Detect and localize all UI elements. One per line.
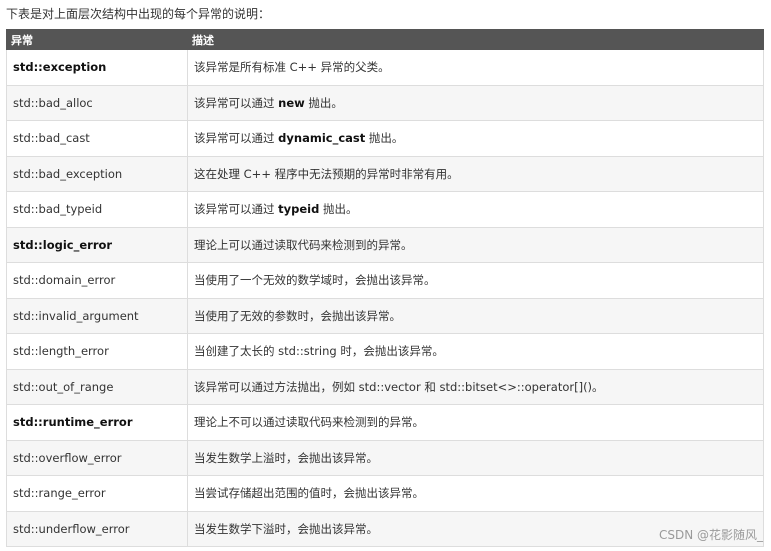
description-text: 该异常可以通过 bbox=[194, 202, 279, 217]
column-header-description: 描述 bbox=[187, 29, 764, 50]
table-row: std::exception 该异常是所有标准 C++ 异常的父类。 bbox=[6, 49, 764, 86]
description-text: 该异常可以通过 bbox=[194, 131, 279, 146]
exception-name-cell: std::bad_alloc bbox=[6, 84, 188, 121]
description-keyword: dynamic_cast bbox=[278, 131, 366, 146]
exception-description-cell: 当使用了无效的参数时，会抛出该异常。 bbox=[187, 297, 764, 334]
table-row: std::runtime_error 理论上不可以通过读取代码来检测到的异常。 bbox=[6, 404, 764, 441]
description-text: 理论上不可以通过读取代码来检测到的异常。 bbox=[194, 415, 424, 430]
description-text: 该异常是所有标准 C++ 异常的父类。 bbox=[194, 60, 390, 75]
description-text: 当使用了一个无效的数学域时，会抛出该异常。 bbox=[194, 273, 436, 288]
exception-description-cell: 该异常可以通过方法抛出，例如 std::vector 和 std::bitset… bbox=[187, 368, 764, 405]
description-text: 当尝试存储超出范围的值时，会抛出该异常。 bbox=[194, 486, 424, 501]
table-row: std::range_error 当尝试存储超出范围的值时，会抛出该异常。 bbox=[6, 475, 764, 512]
description-text: 该异常可以通过 bbox=[194, 95, 279, 110]
exception-description-cell: 该异常可以通过 new 抛出。 bbox=[187, 84, 764, 121]
exception-name-cell: std::logic_error bbox=[6, 226, 188, 263]
exception-name-cell: std::bad_typeid bbox=[6, 191, 188, 228]
exception-name-cell: std::length_error bbox=[6, 333, 188, 370]
exception-name-cell: std::underflow_error bbox=[6, 510, 188, 547]
exception-description-cell: 当使用了一个无效的数学域时，会抛出该异常。 bbox=[187, 262, 764, 299]
description-text: 当发生数学上溢时，会抛出该异常。 bbox=[194, 450, 378, 465]
table-row: std::invalid_argument 当使用了无效的参数时，会抛出该异常。 bbox=[6, 297, 764, 334]
table-body: std::exception 该异常是所有标准 C++ 异常的父类。std::ba… bbox=[6, 49, 764, 547]
table-row: std::bad_cast 该异常可以通过 dynamic_cast 抛出。 bbox=[6, 120, 764, 157]
exception-name-cell: std::runtime_error bbox=[6, 404, 188, 441]
table-row: std::logic_error 理论上可以通过读取代码来检测到的异常。 bbox=[6, 226, 764, 263]
exception-description-cell: 理论上可以通过读取代码来检测到的异常。 bbox=[187, 226, 764, 263]
table-row: std::bad_typeid 该异常可以通过 typeid 抛出。 bbox=[6, 191, 764, 228]
table-row: std::underflow_error 当发生数学下溢时，会抛出该异常。 bbox=[6, 510, 764, 547]
description-keyword: typeid bbox=[278, 202, 320, 217]
table-header: 异常 描述 bbox=[6, 29, 764, 50]
description-text: 理论上可以通过读取代码来检测到的异常。 bbox=[194, 237, 413, 252]
description-text: 该异常可以通过方法抛出，例如 std::vector 和 std::bitset… bbox=[194, 379, 604, 394]
exception-description-cell: 理论上不可以通过读取代码来检测到的异常。 bbox=[187, 404, 764, 441]
exception-name-cell: std::out_of_range bbox=[6, 368, 188, 405]
exception-description-cell: 当尝试存储超出范围的值时，会抛出该异常。 bbox=[187, 475, 764, 512]
description-text: 当创建了太长的 std::string 时，会抛出该异常。 bbox=[194, 344, 444, 359]
exception-name-cell: std::domain_error bbox=[6, 262, 188, 299]
exception-description-cell: 该异常可以通过 dynamic_cast 抛出。 bbox=[187, 120, 764, 157]
description-text-suffix: 抛出。 bbox=[319, 202, 358, 217]
exception-description-cell: 该异常可以通过 typeid 抛出。 bbox=[187, 191, 764, 228]
exceptions-table: 异常 描述 std::exception 该异常是所有标准 C++ 异常的父类。 s… bbox=[6, 29, 764, 547]
exception-name-cell: std::bad_cast bbox=[6, 120, 188, 157]
table-row: std::domain_error 当使用了一个无效的数学域时，会抛出该异常。 bbox=[6, 262, 764, 299]
exception-name-cell: std::exception bbox=[6, 49, 188, 86]
table-row: std::length_error 当创建了太长的 std::string 时，会… bbox=[6, 333, 764, 370]
description-text: 当发生数学下溢时，会抛出该异常。 bbox=[194, 521, 378, 536]
description-text-suffix: 抛出。 bbox=[304, 95, 343, 110]
table-row: std::overflow_error 当发生数学上溢时，会抛出该异常。 bbox=[6, 439, 764, 476]
exception-name-cell: std::range_error bbox=[6, 475, 188, 512]
table-row: std::out_of_range 该异常可以通过方法抛出，例如 std::vec… bbox=[6, 368, 764, 405]
exception-description-cell: 当创建了太长的 std::string 时，会抛出该异常。 bbox=[187, 333, 764, 370]
exception-name-cell: std::bad_exception bbox=[6, 155, 188, 192]
csdn-watermark: CSDN @花影随风_ bbox=[658, 528, 763, 542]
header-row: 异常 描述 bbox=[6, 29, 764, 50]
exception-description-cell: 这在处理 C++ 程序中无法预期的异常时非常有用。 bbox=[187, 155, 764, 192]
column-header-exception: 异常 bbox=[6, 29, 188, 50]
exception-name-cell: std::invalid_argument bbox=[6, 297, 188, 334]
exception-description-cell: 当发生数学上溢时，会抛出该异常。 bbox=[187, 439, 764, 476]
exception-name-cell: std::overflow_error bbox=[6, 439, 188, 476]
intro-text: 下表是对上面层次结构中出现的每个异常的说明： bbox=[6, 7, 271, 21]
description-text: 当使用了无效的参数时，会抛出该异常。 bbox=[194, 308, 401, 323]
exception-description-cell: 该异常是所有标准 C++ 异常的父类。 bbox=[187, 49, 764, 86]
description-text-suffix: 抛出。 bbox=[365, 131, 404, 146]
table-row: std::bad_alloc 该异常可以通过 new 抛出。 bbox=[6, 84, 764, 121]
table-row: std::bad_exception 这在处理 C++ 程序中无法预期的异常时非常… bbox=[6, 155, 764, 192]
description-text: 这在处理 C++ 程序中无法预期的异常时非常有用。 bbox=[194, 166, 459, 181]
description-keyword: new bbox=[278, 95, 305, 110]
